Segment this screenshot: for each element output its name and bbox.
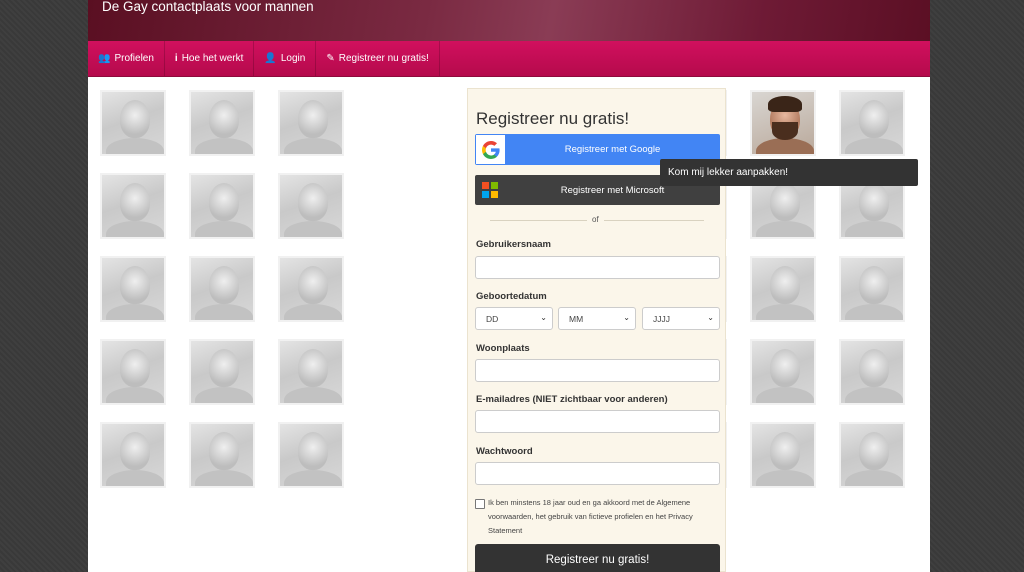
profile-photo[interactable] (100, 173, 166, 239)
info-icon: i (174, 53, 178, 64)
site-title: De Gay contactplaats voor mannen (102, 0, 314, 14)
birth-day-select[interactable]: DD ⌄ (475, 307, 553, 330)
profile-photo[interactable] (839, 90, 905, 156)
city-label: Woonplaats (476, 343, 530, 354)
terms-text: Ik ben minstens 18 jaar oud en ga akkoor… (488, 498, 693, 535)
birth-year-select[interactable]: JJJJ ⌄ (642, 307, 720, 330)
profile-photo[interactable] (189, 90, 255, 156)
profile-photo[interactable] (100, 339, 166, 405)
city-field[interactable] (475, 359, 720, 382)
profile-photo[interactable] (189, 422, 255, 488)
nav-item-label: Registreer nu gratis! (338, 53, 429, 64)
chevron-down-icon: ⌄ (623, 313, 630, 322)
profile-photo[interactable] (750, 339, 816, 405)
profile-photo[interactable] (189, 339, 255, 405)
edit-icon: ✎ (326, 53, 335, 64)
birth-day-value: DD (486, 314, 499, 324)
page-container: De Gay contactplaats voor mannen 👥 Profi… (88, 0, 930, 572)
profile-photo[interactable] (100, 90, 166, 156)
email-label: E-mailadres (NIET zichtbaar voor anderen… (476, 394, 668, 405)
birthdate-label: Geboortedatum (476, 291, 547, 302)
main-nav: 👥 Profielen i Hoe het werkt 👤 Login ✎ Re… (88, 41, 930, 77)
microsoft-icon (482, 182, 498, 198)
nav-item-profielen[interactable]: 👥 Profielen (88, 41, 165, 76)
birth-year-value: JJJJ (653, 314, 670, 324)
terms-checkbox[interactable] (475, 499, 485, 509)
nav-item-hoe-het-werkt[interactable]: i Hoe het werkt (165, 41, 255, 76)
google-register-label: Registreer met Google (564, 144, 661, 155)
profile-photo[interactable] (278, 90, 344, 156)
nav-item-login[interactable]: 👤 Login (254, 41, 317, 76)
password-field[interactable] (475, 462, 720, 485)
nav-item-label: Hoe het werkt (181, 53, 244, 64)
username-field[interactable] (475, 256, 720, 279)
profile-tooltip: Kom mij lekker aanpakken! (660, 159, 918, 186)
profile-photo[interactable] (189, 256, 255, 322)
divider-text: of (587, 215, 604, 224)
nav-item-label: Login (280, 53, 306, 64)
nav-item-label: Profielen (114, 53, 154, 64)
profile-photo[interactable] (100, 256, 166, 322)
profile-photo[interactable] (278, 173, 344, 239)
email-field[interactable] (475, 410, 720, 433)
microsoft-register-label: Registreer met Microsoft (560, 185, 665, 196)
form-title: Registreer nu gratis! (476, 109, 630, 128)
chevron-down-icon: ⌄ (540, 313, 547, 322)
profile-photo[interactable] (839, 339, 905, 405)
google-icon (476, 135, 505, 164)
users-icon: 👥 (98, 53, 111, 64)
password-label: Wachtwoord (476, 446, 533, 457)
profile-photo[interactable] (750, 422, 816, 488)
birth-month-value: MM (569, 314, 584, 324)
chevron-down-icon: ⌄ (707, 313, 714, 322)
profile-photo[interactable] (278, 256, 344, 322)
profile-photo[interactable] (189, 173, 255, 239)
profile-photo[interactable] (100, 422, 166, 488)
header-banner: De Gay contactplaats voor mannen (88, 0, 930, 41)
submit-button[interactable]: Registreer nu gratis! (475, 544, 720, 572)
profile-photo-highlighted[interactable] (750, 90, 816, 156)
profile-photo[interactable] (839, 256, 905, 322)
profile-photo[interactable] (278, 339, 344, 405)
profile-photo[interactable] (839, 422, 905, 488)
user-icon: 👤 (264, 53, 277, 64)
profile-photo[interactable] (750, 256, 816, 322)
nav-item-registreer[interactable]: ✎ Registreer nu gratis! (316, 41, 440, 76)
username-label: Gebruikersnaam (476, 239, 551, 250)
profile-photo[interactable] (278, 422, 344, 488)
birth-month-select[interactable]: MM ⌄ (558, 307, 636, 330)
